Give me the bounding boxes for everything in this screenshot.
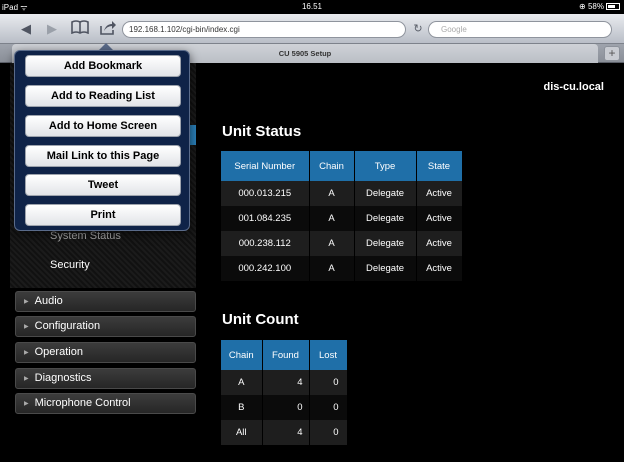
lost-cell: 0 (309, 420, 348, 445)
back-icon[interactable]: ◀ (18, 20, 34, 38)
new-tab-button[interactable]: + (604, 46, 620, 61)
state-cell: Active (416, 206, 463, 231)
type-cell: Delegate (354, 256, 417, 281)
sidebar-item-system-status[interactable]: System Status (50, 230, 121, 242)
unit-count-table: Chain Found Lost A 4 0 B 0 0 All 4 0 (221, 340, 348, 445)
unit-status-title: Unit Status (222, 123, 302, 140)
add-bookmark-button[interactable]: Add Bookmark (25, 55, 181, 77)
mail-link-button[interactable]: Mail Link to this Page (25, 145, 181, 167)
found-cell: 0 (262, 395, 310, 420)
column-header: State (416, 151, 463, 181)
table-row: 000.013.215 A Delegate Active (221, 181, 463, 206)
state-cell: Active (416, 181, 463, 206)
share-icon[interactable] (98, 20, 118, 38)
state-cell: Active (416, 256, 463, 281)
sidebar-item-security[interactable]: Security (50, 259, 90, 271)
reload-icon[interactable]: ↻ (410, 20, 426, 38)
serial-cell: 000.238.112 (221, 231, 310, 256)
chevron-right-icon: ▶ (24, 299, 29, 305)
search-field[interactable]: Google (428, 21, 612, 38)
column-header: Chain (309, 151, 355, 181)
lock-rotation-icon: ⊕ (579, 2, 586, 11)
chain-cell: A (309, 231, 355, 256)
chevron-right-icon: ▶ (24, 401, 29, 407)
menu-item-diagnostics[interactable]: ▶ Diagnostics (15, 368, 196, 389)
found-cell: 4 (262, 370, 310, 395)
serial-cell: 001.084.235 (221, 206, 310, 231)
type-cell: Delegate (354, 231, 417, 256)
menu-item-operation[interactable]: ▶ Operation (15, 342, 196, 363)
share-popover: Add Bookmark Add to Reading List Add to … (14, 50, 190, 231)
battery-icon (606, 3, 620, 10)
clock: 16.51 (301, 2, 323, 11)
type-cell: Delegate (354, 206, 417, 231)
column-header: Serial Number (221, 151, 310, 181)
menu-item-configuration[interactable]: ▶ Configuration (15, 316, 196, 337)
lost-cell: 0 (309, 395, 348, 420)
tweet-button[interactable]: Tweet (25, 174, 181, 196)
table-row: 001.084.235 A Delegate Active (221, 206, 463, 231)
serial-cell: 000.013.215 (221, 181, 310, 206)
chevron-right-icon: ▶ (24, 324, 29, 330)
selected-indicator (190, 125, 196, 145)
add-to-reading-list-button[interactable]: Add to Reading List (25, 85, 181, 107)
browser-toolbar: ◀ ▶ 192.168.1.102/cgi-bin/index.cgi ↻ Go… (0, 14, 624, 44)
column-header: Type (354, 151, 417, 181)
found-cell: 4 (262, 420, 310, 445)
table-row: 000.238.112 A Delegate Active (221, 231, 463, 256)
chain-cell: All (221, 420, 263, 445)
table-row: A 4 0 (221, 370, 348, 395)
state-cell: Active (416, 231, 463, 256)
column-header: Found (262, 340, 310, 370)
chain-cell: A (309, 206, 355, 231)
bookmarks-icon[interactable] (70, 20, 90, 38)
add-to-home-screen-button[interactable]: Add to Home Screen (25, 115, 181, 137)
chain-cell: B (221, 395, 263, 420)
column-header: Chain (221, 340, 263, 370)
menu-item-audio[interactable]: ▶ Audio (15, 291, 196, 312)
chevron-right-icon: ▶ (24, 376, 29, 382)
status-bar: iPad ᯤ 16.51 ⊕ 58% (0, 0, 624, 14)
url-field[interactable]: 192.168.1.102/cgi-bin/index.cgi (122, 21, 406, 38)
table-row: 000.242.100 A Delegate Active (221, 256, 463, 281)
chain-cell: A (309, 256, 355, 281)
table-row: B 0 0 (221, 395, 348, 420)
lost-cell: 0 (309, 370, 348, 395)
unit-count-title: Unit Count (222, 311, 299, 328)
serial-cell: 000.242.100 (221, 256, 310, 281)
chain-cell: A (221, 370, 263, 395)
menu-item-microphone-control[interactable]: ▶ Microphone Control (15, 393, 196, 414)
table-row: All 4 0 (221, 420, 348, 445)
column-header: Lost (309, 340, 348, 370)
hostname: dis-cu.local (543, 81, 604, 93)
battery-indicator: ⊕ 58% (579, 2, 620, 11)
print-button[interactable]: Print (25, 204, 181, 226)
chevron-right-icon: ▶ (24, 350, 29, 356)
type-cell: Delegate (354, 181, 417, 206)
unit-status-table: Serial Number Chain Type State 000.013.2… (221, 151, 463, 281)
forward-icon[interactable]: ▶ (44, 20, 60, 38)
chain-cell: A (309, 181, 355, 206)
